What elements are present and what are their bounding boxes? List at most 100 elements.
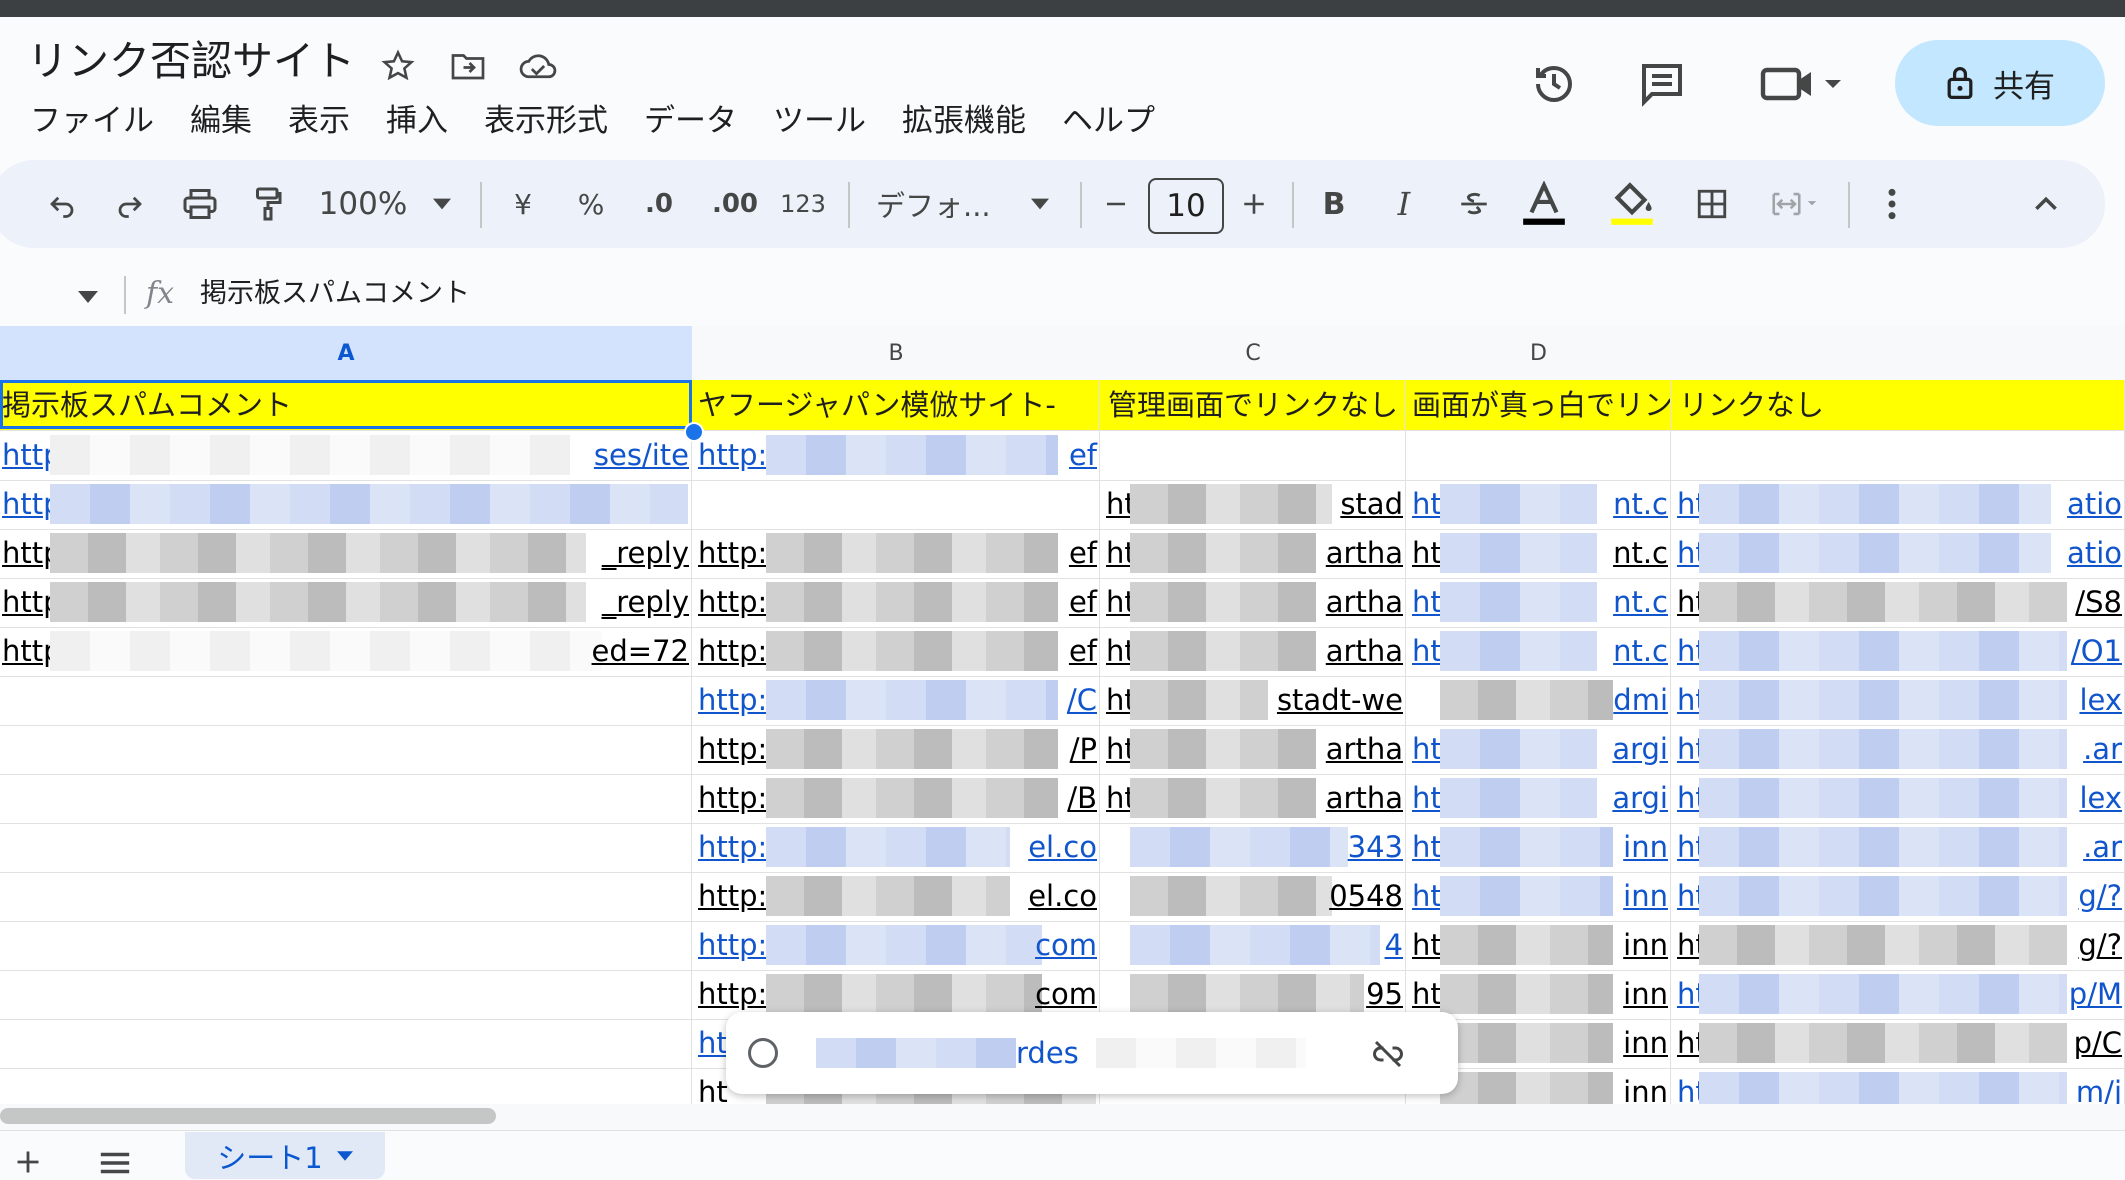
- cell-link-suffix[interactable]: /P: [1070, 724, 1097, 774]
- menu-help[interactable]: ヘルプ: [1062, 96, 1155, 146]
- scrollbar-thumb[interactable]: [0, 1108, 496, 1124]
- fill-handle[interactable]: [684, 422, 704, 442]
- cell-link-prefix[interactable]: ht: [698, 1067, 728, 1104]
- column-header-b[interactable]: B: [692, 326, 1101, 381]
- cell-e[interactable]: ht p/C: [1671, 1018, 2125, 1068]
- bold-button[interactable]: B: [1316, 178, 1352, 230]
- cell-e[interactable]: ht/O1: [1671, 626, 2125, 676]
- cell-link-suffix[interactable]: 4: [1385, 920, 1403, 970]
- cell-c[interactable]: 343: [1100, 822, 1406, 872]
- plus-icon[interactable]: [1236, 178, 1272, 230]
- borders-icon[interactable]: [1690, 178, 1734, 230]
- cell-a[interactable]: http:/ses/ite: [0, 430, 692, 480]
- cell-a[interactable]: [0, 675, 692, 725]
- column-header-e[interactable]: [1671, 326, 2125, 381]
- meet-video-icon[interactable]: [1748, 56, 1858, 112]
- cell-link-suffix[interactable]: ef: [1069, 577, 1097, 627]
- cell-link-suffix[interactable]: inn: [1623, 871, 1668, 921]
- cell-b[interactable]: http://B: [692, 773, 1100, 823]
- fill-color-icon[interactable]: [1606, 178, 1658, 230]
- more-vert-icon[interactable]: [1874, 178, 1910, 230]
- cell-c[interactable]: ht stad: [1100, 479, 1406, 529]
- column-header-c[interactable]: C: [1100, 326, 1407, 381]
- cell-link-suffix[interactable]: dmi: [1613, 675, 1668, 725]
- cell-e[interactable]: [1671, 430, 2125, 480]
- cell-link-suffix[interactable]: stad: [1340, 479, 1403, 529]
- cell-b[interactable]: http:/el.co: [692, 871, 1100, 921]
- cell-e1[interactable]: リンクなし: [1671, 380, 2125, 430]
- link-preview-chip[interactable]: rdes: [726, 1012, 1458, 1094]
- cell-link-suffix[interactable]: nt.c: [1613, 479, 1668, 529]
- cell-link-suffix[interactable]: m/j: [2076, 1067, 2122, 1104]
- cell-d[interactable]: httpnt.c: [1406, 626, 1671, 676]
- cell-link-suffix[interactable]: nt.c: [1613, 528, 1668, 578]
- number-format-button[interactable]: 123: [778, 178, 828, 230]
- menu-edit[interactable]: 編集: [190, 96, 252, 146]
- cell-d[interactable]: dmi: [1406, 675, 1671, 725]
- cell-b[interactable]: http:/ef: [692, 577, 1100, 627]
- cell-link-suffix[interactable]: lex: [2079, 675, 2122, 725]
- cell-link-suffix[interactable]: /S8: [2075, 577, 2122, 627]
- cell-link-suffix[interactable]: _reply: [602, 577, 689, 627]
- cell-c[interactable]: [1100, 430, 1406, 480]
- cell-a[interactable]: [0, 1067, 692, 1104]
- cell-d[interactable]: httpargi: [1406, 773, 1671, 823]
- cell-a[interactable]: [0, 871, 692, 921]
- cell-b[interactable]: http://P: [692, 724, 1100, 774]
- currency-format-button[interactable]: ¥: [505, 178, 541, 230]
- cell-link-suffix[interactable]: .ar: [2083, 822, 2122, 872]
- cell-a[interactable]: [0, 1018, 692, 1068]
- cell-link-suffix[interactable]: inn: [1623, 969, 1668, 1019]
- cloud-saved-icon[interactable]: [518, 46, 558, 86]
- name-box-dropdown-icon[interactable]: [78, 288, 98, 307]
- cell-e[interactable]: ht lex: [1671, 773, 2125, 823]
- cell-b[interactable]: http://C: [692, 675, 1100, 725]
- cell-e[interactable]: ht g/?: [1671, 871, 2125, 921]
- cell-d[interactable]: httpnt.c: [1406, 577, 1671, 627]
- cell-b[interactable]: http:/ef: [692, 430, 1100, 480]
- cell-e[interactable]: ht/S8: [1671, 577, 2125, 627]
- cell-c[interactable]: ht artha: [1100, 528, 1406, 578]
- cell-link-suffix[interactable]: p/C: [2074, 1018, 2122, 1068]
- menu-data[interactable]: データ: [644, 96, 737, 146]
- cell-link-suffix[interactable]: .ar: [2083, 724, 2122, 774]
- chevron-down-icon[interactable]: [424, 178, 460, 230]
- increase-decimal-button[interactable]: .00: [704, 178, 766, 230]
- cell-e[interactable]: ht .ar: [1671, 724, 2125, 774]
- cell-b[interactable]: http:/com: [692, 920, 1100, 970]
- cell-e[interactable]: ht atio: [1671, 479, 2125, 529]
- cell-b[interactable]: [692, 479, 1100, 529]
- cell-link-suffix[interactable]: lex: [2079, 773, 2122, 823]
- add-sheet-icon[interactable]: [14, 1148, 42, 1180]
- font-size-input[interactable]: 10: [1148, 178, 1224, 234]
- star-icon[interactable]: [378, 46, 418, 86]
- cell-link-suffix[interactable]: artha: [1326, 577, 1403, 627]
- column-header-d[interactable]: D: [1406, 326, 1672, 381]
- cell-a[interactable]: [0, 969, 692, 1019]
- cell-d[interactable]: [1406, 430, 1671, 480]
- cell-c[interactable]: 4: [1100, 920, 1406, 970]
- cell-link-suffix[interactable]: argi: [1612, 724, 1668, 774]
- decrease-decimal-button[interactable]: .0: [633, 178, 685, 230]
- cell-link-suffix[interactable]: atio: [2067, 528, 2122, 578]
- cell-c[interactable]: ht artha: [1100, 773, 1406, 823]
- cell-b[interactable]: http:/ef: [692, 528, 1100, 578]
- minus-icon[interactable]: [1098, 178, 1134, 230]
- formula-input[interactable]: 掲示板スパムコメント: [200, 274, 470, 314]
- cell-link-suffix[interactable]: el.co: [1028, 871, 1097, 921]
- sheet-tab-active[interactable]: シート1: [185, 1132, 385, 1179]
- share-button[interactable]: 共有: [1895, 40, 2105, 126]
- cell-link-suffix[interactable]: com: [1035, 920, 1097, 970]
- menu-insert[interactable]: 挿入: [386, 96, 448, 146]
- cell-a[interactable]: [0, 724, 692, 774]
- menu-format[interactable]: 表示形式: [484, 96, 608, 146]
- text-color-icon[interactable]: [1518, 178, 1570, 230]
- cell-b[interactable]: http:/ef: [692, 626, 1100, 676]
- merge-cells-icon[interactable]: [1760, 178, 1830, 230]
- cell-a[interactable]: http:/: [0, 479, 692, 529]
- link-chip-text[interactable]: rdes: [1016, 1028, 1079, 1078]
- cell-link-prefix[interactable]: ht: [698, 1018, 728, 1068]
- percent-format-button[interactable]: %: [573, 178, 609, 230]
- cell-link-suffix[interactable]: inn: [1623, 1067, 1668, 1104]
- cell-b[interactable]: http:/el.co: [692, 822, 1100, 872]
